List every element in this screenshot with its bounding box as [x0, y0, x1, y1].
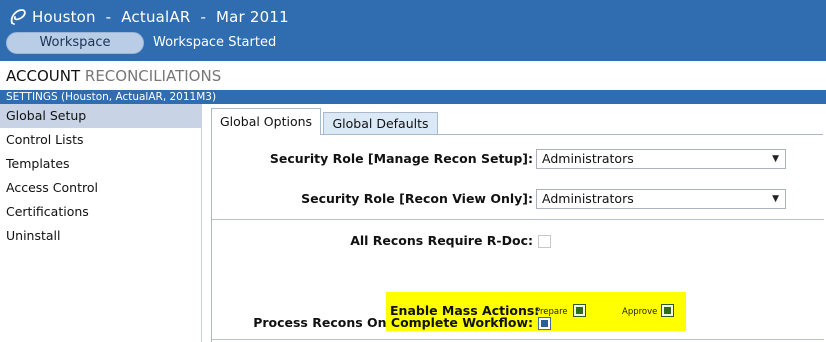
sidebar-item-uninstall[interactable]: Uninstall	[0, 224, 201, 248]
all-recons-checkbox[interactable]	[538, 235, 551, 248]
workspace-button[interactable]: Workspace	[6, 32, 144, 54]
process-recons-label: Process Recons On Complete Workflow:	[253, 315, 533, 330]
content-area: Global Options Global Defaults Security …	[208, 104, 826, 342]
global-options-panel: Security Role [Manage Recon Setup]: Admi…	[211, 134, 824, 342]
section-divider	[212, 219, 824, 220]
sidebar-item-global-setup[interactable]: Global Setup	[0, 104, 201, 128]
tab-global-options[interactable]: Global Options	[211, 108, 321, 135]
workspace-status: Workspace Started	[153, 35, 277, 50]
sidebar-item-templates[interactable]: Templates	[0, 152, 201, 176]
app-title: Houston - ActualAR - Mar 2011	[32, 8, 289, 26]
sidebar-item-certifications[interactable]: Certifications	[0, 200, 201, 224]
app-header: Houston - ActualAR - Mar 2011 Workspace …	[0, 0, 826, 61]
sidebar-item-control-lists[interactable]: Control Lists	[0, 128, 201, 152]
approve-checkbox[interactable]	[661, 304, 674, 317]
approve-label: Approve	[622, 307, 658, 317]
app-logo-icon	[10, 9, 26, 25]
page-title-main: ACCOUNT	[6, 67, 81, 85]
security-manage-value: Administrators	[542, 151, 634, 166]
page-title: ACCOUNT RECONCILIATIONS	[6, 67, 221, 85]
tab-global-defaults[interactable]: Global Defaults	[323, 112, 438, 135]
all-recons-label: All Recons Require R-Doc:	[350, 233, 533, 248]
security-view-select[interactable]: Administrators ▼	[536, 189, 786, 209]
security-view-value: Administrators	[542, 191, 634, 206]
settings-bar: SETTINGS (Houston, ActualAR, 2011M3)	[0, 90, 826, 104]
sidebar: Global Setup Control Lists Templates Acc…	[0, 104, 202, 342]
page-title-sub: RECONCILIATIONS	[84, 67, 222, 85]
security-manage-select[interactable]: Administrators ▼	[536, 149, 786, 169]
process-recons-checkbox[interactable]	[538, 317, 551, 330]
dropdown-arrow-icon: ▼	[772, 154, 779, 164]
prepare-label: Prepare	[535, 307, 568, 317]
security-view-label: Security Role [Recon View Only]:	[301, 191, 533, 206]
section-divider	[212, 339, 824, 340]
dropdown-arrow-icon: ▼	[772, 194, 779, 204]
security-manage-label: Security Role [Manage Recon Setup]:	[269, 151, 533, 166]
prepare-checkbox[interactable]	[573, 304, 586, 317]
sidebar-item-access-control[interactable]: Access Control	[0, 176, 201, 200]
